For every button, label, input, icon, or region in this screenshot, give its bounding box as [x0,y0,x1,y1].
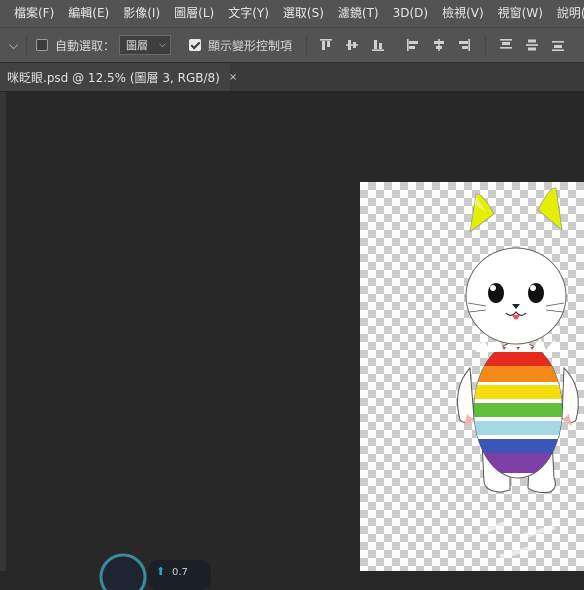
menu-image[interactable]: 影像(I) [116,0,167,27]
close-icon[interactable]: × [229,72,237,83]
menu-3d[interactable]: 3D(D) [386,0,435,27]
menu-edit[interactable]: 編輯(E) [61,0,116,27]
stripe-green [474,403,562,417]
document-tab-bar: 咪眨眼.psd @ 12.5% (圖層 3, RGB/8) × [0,63,584,92]
gauge-value: 0.7 [172,567,188,578]
transform-controls-checkbox[interactable] [189,39,201,51]
menu-type[interactable]: 文字(Y) [221,0,276,27]
distribute-vertical-center-icon[interactable] [525,38,539,52]
options-bar: ⌵ 自動選取： 圖層 ⌵ 顯示變形控制項 [0,27,584,63]
divider [306,36,307,56]
document-tab[interactable]: 咪眨眼.psd @ 12.5% (圖層 3, RGB/8) × [0,63,237,91]
menu-window[interactable]: 視窗(W) [491,0,550,27]
align-vertical-center-icon[interactable] [345,38,359,52]
chevron-down-icon: ⌵ [9,37,19,52]
right-ear [537,187,563,231]
menu-select[interactable]: 選取(S) [276,0,331,27]
align-left-icon[interactable] [406,38,420,52]
left-ear [469,193,495,233]
align-top-icon[interactable] [319,38,333,52]
auto-select-checkbox[interactable] [36,39,48,51]
menu-file[interactable]: 檔案(F) [0,0,61,27]
menu-bar: 檔案(F) 編輯(E) 影像(I) 圖層(L) 文字(Y) 選取(S) 濾鏡(T… [0,0,584,27]
divider [485,36,486,56]
document-tab-title: 咪眨眼.psd @ 12.5% (圖層 3, RGB/8) [7,70,220,85]
transform-controls-label: 顯示變形控制項 [208,38,293,53]
gauge-ring [99,553,147,590]
menu-filter[interactable]: 濾鏡(T) [331,0,386,27]
document-canvas[interactable] [360,182,584,571]
performance-gauge: ⬆ 0.7 [99,553,211,590]
auto-select-target-value: 圖層 [126,39,148,52]
menu-help[interactable]: 說明(H) [550,0,584,27]
arrow-up-icon: ⬆ [156,565,165,578]
chevron-down-icon: ⌵ [159,40,166,50]
distribute-bottom-icon[interactable] [551,38,565,52]
auto-select-target-select[interactable]: 圖層 ⌵ [119,35,171,55]
align-right-icon[interactable] [457,38,471,52]
auto-select-target-dropdown[interactable]: 圖層 ⌵ [119,28,171,62]
menu-layer[interactable]: 圖層(L) [167,0,221,27]
align-bottom-icon[interactable] [371,38,385,52]
cat-artwork [457,187,579,560]
auto-select-toggle[interactable]: 自動選取： [36,28,115,62]
tool-preset-dropdown[interactable]: ⌵ [9,28,18,62]
distribute-top-icon[interactable] [499,38,513,52]
align-horizontal-center-icon[interactable] [432,38,446,52]
stripe-orange [474,366,562,382]
transform-controls-toggle[interactable]: 顯示變形控制項 [189,28,292,62]
menu-view[interactable]: 檢視(V) [435,0,491,27]
auto-select-label: 自動選取： [55,38,116,53]
divider [26,36,27,56]
